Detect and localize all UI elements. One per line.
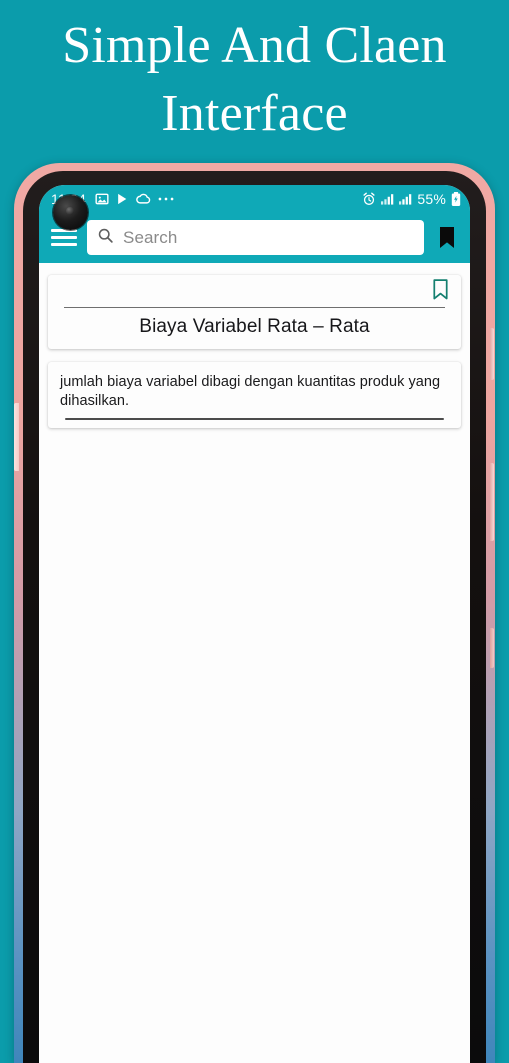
search-input[interactable]: Search [87, 220, 424, 255]
front-camera-punchhole [53, 195, 88, 230]
definition-card[interactable]: jumlah biaya variabel dibagi dengan kuan… [48, 362, 461, 428]
search-icon [97, 227, 114, 249]
bookmark-outline-icon[interactable] [432, 279, 449, 305]
battery-percent-label: 55% [417, 190, 446, 207]
term-card[interactable]: Biaya Variabel Rata – Rata [48, 275, 461, 349]
bookmark-filled-icon[interactable] [434, 223, 460, 253]
search-placeholder: Search [123, 227, 178, 247]
phone-screen: 11:04 [39, 185, 470, 1063]
volume-button-left[interactable] [14, 403, 19, 471]
side-button-right[interactable] [490, 628, 494, 668]
definition-card-body: jumlah biaya variabel dibagi dengan kuan… [48, 362, 461, 428]
status-notification-icons [95, 192, 174, 206]
term-card-title: Biaya Variabel Rata – Rata [139, 316, 370, 337]
term-card-body: Biaya Variabel Rata – Rata [48, 275, 461, 349]
alarm-icon [362, 192, 376, 206]
signal-2-icon [399, 193, 412, 205]
android-status-bar: 11:04 [39, 185, 470, 212]
hamburger-bar [51, 243, 77, 246]
content-area: Biaya Variabel Rata – Rata jumlah biaya … [39, 263, 470, 1063]
photo-icon [95, 192, 109, 206]
definition-text: jumlah biaya variabel dibagi dengan kuan… [60, 374, 441, 409]
term-card-divider [64, 307, 445, 308]
definition-card-divider [65, 417, 444, 420]
status-system-icons: 55% [362, 191, 461, 207]
cloud-icon [136, 192, 151, 205]
power-button-right[interactable] [490, 328, 494, 380]
hamburger-bar [51, 236, 77, 239]
promo-banner: Simple And Claen Interface [0, 0, 509, 160]
battery-charging-icon [451, 191, 461, 206]
app-bar: Search [39, 212, 470, 263]
phone-bezel: 11:04 [23, 171, 486, 1063]
signal-1-icon [381, 193, 394, 205]
term-card-bookmark-row [58, 279, 451, 305]
more-dots-icon [158, 196, 174, 202]
phone-mockup: 11:04 [14, 163, 495, 1063]
play-store-icon [116, 192, 129, 206]
volume-button-right[interactable] [490, 463, 494, 541]
promo-headline: Simple And Claen Interface [62, 17, 447, 142]
